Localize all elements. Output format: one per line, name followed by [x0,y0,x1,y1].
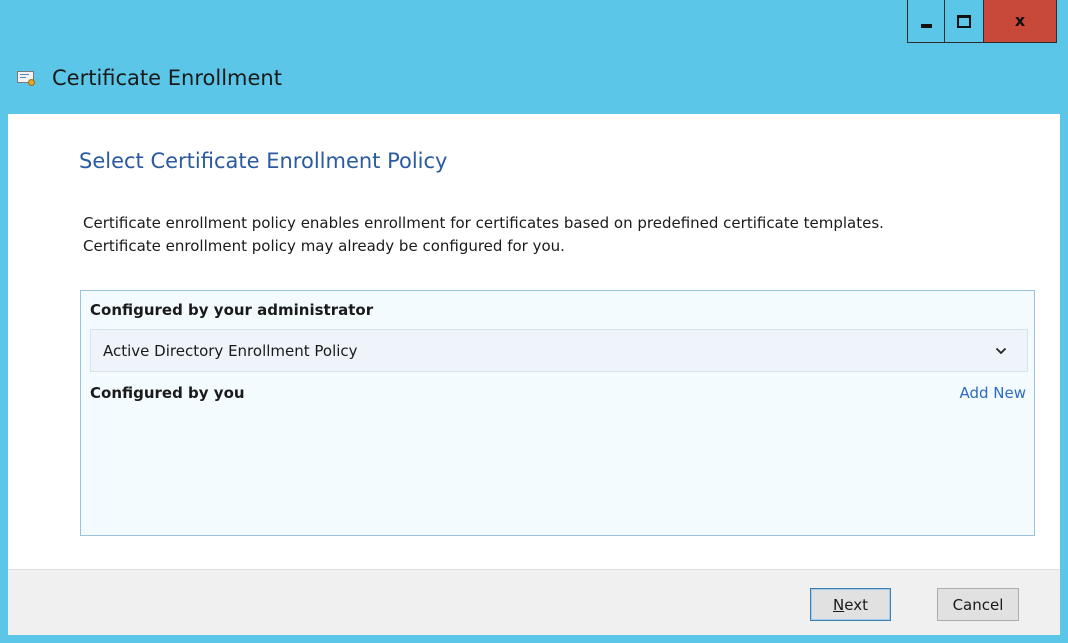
cancel-button[interactable]: Cancel [937,588,1019,621]
maximize-button[interactable] [945,0,984,43]
page-description: Certificate enrollment policy enables en… [83,212,1053,258]
maximize-icon [957,14,971,28]
certificate-icon [17,70,35,86]
wizard-footer: Next Cancel [8,569,1060,635]
certificate-enrollment-window: x Certificate Enrollment Select Certific… [0,0,1068,643]
add-new-link[interactable]: Add New [959,384,1026,402]
minimize-button[interactable] [907,0,945,43]
page-heading: Select Certificate Enrollment Policy [79,149,448,173]
next-label-rest: ext [844,595,868,614]
chevron-down-icon[interactable] [991,341,1011,361]
policy-name: Active Directory Enrollment Policy [103,341,358,360]
close-button[interactable]: x [984,0,1057,43]
admin-policies-label: Configured by your administrator [90,301,374,319]
window-controls: x [907,0,1057,43]
minimize-icon [920,24,932,28]
policy-item-active-directory[interactable]: Active Directory Enrollment Policy [90,329,1028,372]
wizard-content: Select Certificate Enrollment Policy Cer… [8,114,1060,635]
user-policies-label: Configured by you [90,384,245,402]
next-mnemonic: N [833,595,845,614]
close-icon: x [1014,11,1026,30]
description-line-2: Certificate enrollment policy may alread… [83,237,565,255]
window-title: Certificate Enrollment [52,66,282,90]
description-line-1: Certificate enrollment policy enables en… [83,214,884,232]
enrollment-policy-list: Configured by your administrator Active … [80,290,1035,536]
title-bar: Certificate Enrollment [17,66,282,90]
next-button[interactable]: Next [810,588,891,621]
